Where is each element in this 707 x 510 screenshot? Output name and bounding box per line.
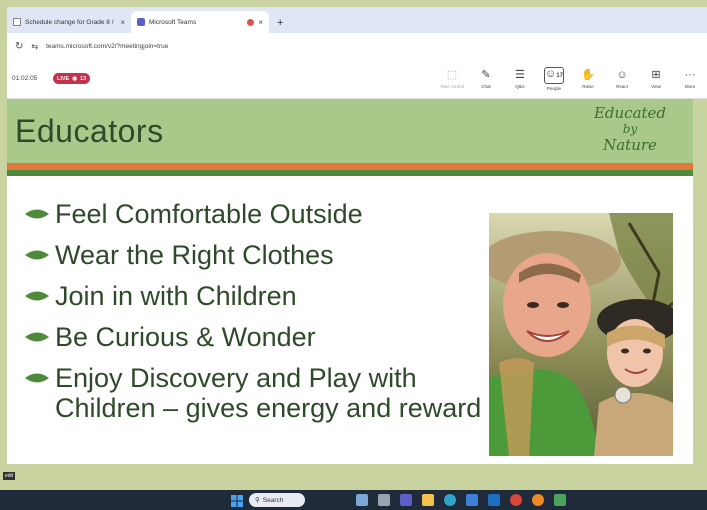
slide-title: Educators — [15, 113, 164, 149]
chat-icon: ✎ — [481, 69, 491, 81]
browser-tab-teams[interactable]: Microsoft Teams × — [131, 11, 269, 33]
task-view-icon[interactable] — [378, 494, 390, 506]
windows-start-icon[interactable] — [231, 494, 243, 510]
viewer-count: 13 — [80, 75, 87, 82]
orange-stripe — [7, 163, 693, 170]
react-icon: ☺ — [616, 69, 628, 81]
file-explorer-icon[interactable] — [422, 494, 434, 506]
logo-line-1: Educated — [593, 104, 667, 122]
view-button[interactable]: ⊞ View — [639, 62, 673, 96]
educators-photo — [489, 213, 673, 456]
bullet-item: Be Curious & Wonder — [19, 322, 489, 352]
tool-label: Q&A — [515, 84, 525, 89]
meeting-toolbar: 01:02:05 LIVE ◉ 13 ⬚ Take control ✎ Chat… — [7, 59, 707, 99]
edge-icon[interactable] — [444, 494, 456, 506]
url-field[interactable]: teams.microsoft.com/v2/?meetingjoin=true — [46, 43, 168, 50]
app-icon[interactable] — [554, 494, 566, 506]
outlook-icon[interactable] — [488, 494, 500, 506]
tool-label: Take control — [439, 84, 465, 89]
chat-button[interactable]: ✎ Chat — [469, 62, 503, 96]
take-control-icon: ⬚ — [446, 69, 458, 81]
leaf-bullet-icon — [19, 240, 55, 270]
bullet-item: Enjoy Discovery and Play with Children –… — [19, 363, 489, 423]
firefox-icon[interactable] — [532, 494, 544, 506]
new-tab-button[interactable]: + — [269, 17, 291, 33]
take-control-button[interactable]: ⬚ Take control — [435, 62, 469, 96]
slide-header: Educators Educated by Nature — [7, 99, 693, 163]
leaf-bullet-icon — [19, 281, 55, 311]
tool-label: React — [616, 84, 628, 89]
people-count: 17 — [556, 73, 563, 79]
teams-taskbar-icon[interactable] — [400, 494, 412, 506]
recording-icon — [247, 18, 255, 26]
live-badge: LIVE ◉ 13 — [53, 73, 91, 84]
browser-tab-schedule[interactable]: Schedule change for Grade 8 / × — [7, 11, 131, 33]
leaf-bullet-icon — [19, 199, 55, 229]
logo-line-3: Nature — [603, 136, 657, 154]
bullet-text: Feel Comfortable Outside — [55, 199, 363, 229]
corner-label: edit — [3, 472, 16, 480]
taskbar-apps — [356, 494, 566, 506]
address-bar: ↻ ⇆ teams.microsoft.com/v2/?meetingjoin=… — [7, 33, 707, 59]
bullet-text: Be Curious & Wonder — [55, 322, 316, 352]
tool-label: More — [684, 84, 696, 89]
leaf-bullet-icon — [19, 322, 55, 352]
people-glyph: ☺ — [545, 68, 557, 80]
meeting-timer: 01:02:05 — [12, 75, 38, 82]
green-stripe — [7, 170, 693, 176]
close-tab-icon[interactable]: × — [120, 18, 125, 27]
tool-label: View — [651, 84, 661, 89]
eye-icon: ◉ — [72, 75, 78, 82]
site-info-icon[interactable]: ⇆ — [31, 42, 38, 51]
people-icon: ☺17 — [544, 67, 564, 84]
bullet-item: Feel Comfortable Outside — [19, 199, 489, 229]
people-button[interactable]: ☺17 People — [537, 62, 571, 96]
qna-icon: ☰ — [515, 69, 525, 81]
bullet-list: Feel Comfortable Outside Wear the Right … — [19, 199, 489, 434]
search-placeholder: Search — [262, 496, 284, 504]
tool-label: Raise — [582, 84, 594, 89]
educated-by-nature-logo: Educated by Nature — [582, 105, 678, 163]
close-tab-icon[interactable]: × — [258, 18, 263, 27]
tool-label: Chat — [481, 84, 491, 89]
meeting-controls: ⬚ Take control ✎ Chat ☰ Q&A ☺17 People ✋… — [435, 62, 707, 96]
logo-line-2: by — [622, 122, 638, 136]
raise-hand-icon: ✋ — [581, 69, 595, 81]
browser-tab-strip: Schedule change for Grade 8 / × Microsof… — [7, 7, 707, 33]
raise-hand-button[interactable]: ✋ Raise — [571, 62, 605, 96]
bullet-item: Wear the Right Clothes — [19, 240, 489, 270]
document-icon — [13, 18, 21, 26]
reload-icon[interactable]: ↻ — [15, 41, 23, 52]
tab-title: Microsoft Teams — [149, 18, 197, 26]
qna-button[interactable]: ☰ Q&A — [503, 62, 537, 96]
search-icon: ⚲ — [255, 497, 260, 504]
more-icon: ··· — [684, 69, 696, 81]
view-icon: ⊞ — [651, 69, 661, 81]
widgets-icon[interactable] — [356, 494, 368, 506]
leaf-bullet-icon — [19, 363, 55, 393]
tool-label: People — [546, 86, 561, 91]
taskbar-search[interactable]: ⚲ Search — [249, 493, 305, 507]
store-icon[interactable] — [466, 494, 478, 506]
bullet-text: Join in with Children — [55, 281, 297, 311]
live-label: LIVE — [57, 75, 70, 82]
tab-title: Schedule change for Grade 8 / — [25, 18, 114, 26]
chrome-icon[interactable] — [510, 494, 522, 506]
more-button[interactable]: ··· More — [673, 62, 707, 96]
bullet-text: Wear the Right Clothes — [55, 240, 334, 270]
shared-slide: Educators Educated by Nature Feel Comfor… — [7, 99, 693, 464]
react-button[interactable]: ☺ React — [605, 62, 639, 96]
bullet-item: Join in with Children — [19, 281, 489, 311]
teams-icon — [137, 18, 145, 26]
bullet-text: Enjoy Discovery and Play with Children –… — [55, 363, 482, 423]
taskbar: ⚲ Search — [0, 490, 707, 510]
